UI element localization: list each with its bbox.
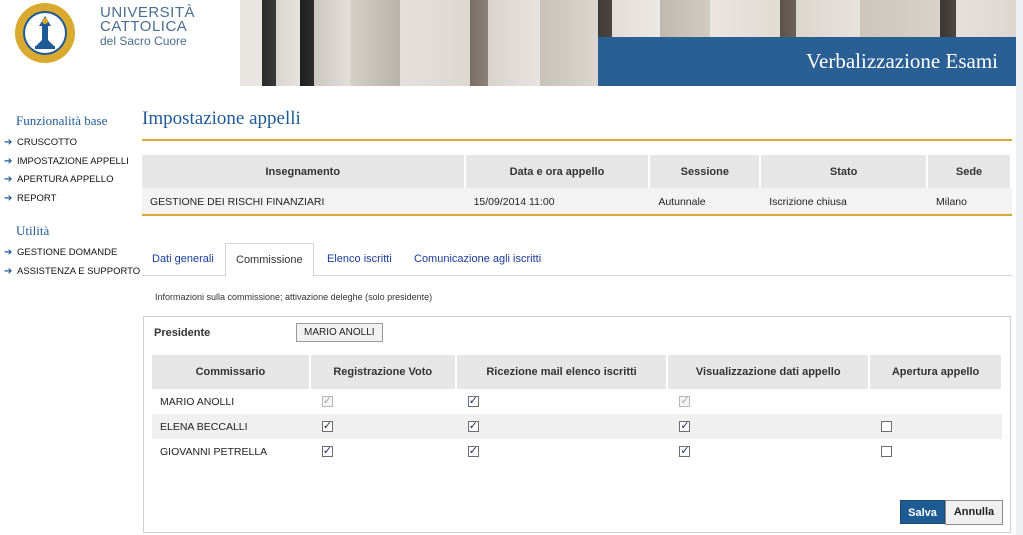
arrow-right-icon: ➔ <box>4 265 13 277</box>
vertical-scrollbar[interactable] <box>1016 0 1023 535</box>
column-header: Stato <box>760 155 929 188</box>
app-title-band: Verbalizzazione Esami <box>598 37 1016 86</box>
column-header: Visualizzazione dati appello <box>667 355 871 389</box>
cell-sessione: Autunnale <box>649 188 762 215</box>
table-row: GIOVANNI PETRELLA <box>152 439 1002 464</box>
checkbox-ricezione-mail[interactable] <box>467 419 479 433</box>
column-header: Commissario <box>152 355 311 389</box>
president-label: Presidente <box>154 327 211 339</box>
column-header: Apertura appello <box>869 355 1003 389</box>
sidebar-section-utilita: Utilità <box>16 223 50 238</box>
arrow-right-icon: ➔ <box>4 174 13 185</box>
app-title: Verbalizzazione Esami <box>806 49 998 73</box>
table-row: GESTIONE DEI RISCHI FINANZIARI 15/09/201… <box>142 188 1012 215</box>
table-header-row: Insegnamento Data e ora appello Sessione… <box>142 155 1012 188</box>
table-row: MARIO ANOLLI <box>152 389 1002 414</box>
table-divider <box>142 214 1012 216</box>
sidebar: Funzionalità base ➔ CRUSCOTTO ➔ IMPOSTAZ… <box>0 110 140 281</box>
page-title: Impostazione appelli <box>142 108 301 129</box>
sidebar-item-gestione-domande[interactable]: ➔ GESTIONE DOMANDE <box>0 244 140 263</box>
university-name-line3: del Sacro Cuore <box>100 34 187 48</box>
arrow-right-icon: ➔ <box>4 155 13 167</box>
tab-dati-generali[interactable]: Dati generali <box>142 243 224 276</box>
checkbox-registrazione-voto[interactable] <box>321 444 333 458</box>
sidebar-item-assistenza[interactable]: ➔ ASSISTENZA E SUPPORTO <box>0 263 140 282</box>
sidebar-item-label: IMPOSTAZIONE APPELLI <box>17 155 129 167</box>
sidebar-item-label: REPORT <box>17 192 57 204</box>
column-header: Insegnamento <box>142 155 466 188</box>
title-divider <box>142 139 1012 141</box>
commissario-name: MARIO ANOLLI <box>160 395 235 408</box>
sidebar-item-impostazione-appelli[interactable]: ➔ IMPOSTAZIONE APPELLI <box>0 153 140 172</box>
checkbox-registrazione-voto[interactable] <box>321 419 333 433</box>
checkbox-visualizzazione-dati[interactable] <box>679 419 691 433</box>
commission-panel: Presidente MARIO ANOLLI Commissario Regi… <box>143 316 1011 533</box>
checkbox-visualizzazione-dati <box>679 394 691 408</box>
arrow-right-icon: ➔ <box>4 137 13 148</box>
checkbox-apertura-appello[interactable] <box>881 446 893 458</box>
university-name-line2: CATTOLICA <box>100 18 188 35</box>
column-header: Data e ora appello <box>464 155 651 188</box>
university-seal-icon <box>15 3 75 63</box>
cell-sede: Milano <box>927 188 1012 215</box>
commissario-name: ELENA BECCALLI <box>152 414 310 439</box>
column-header: Registrazione Voto <box>309 355 457 389</box>
cell-insegnamento: GESTIONE DEI RISCHI FINANZIARI <box>142 188 466 215</box>
cell-data-ora: 15/09/2014 11:00 <box>464 188 651 215</box>
tab-elenco-iscritti[interactable]: Elenco iscritti <box>317 243 402 276</box>
cell-stato: Iscrizione chiusa <box>760 188 929 215</box>
sidebar-item-label: CRUSCOTTO <box>17 137 77 148</box>
commissario-name: GIOVANNI PETRELLA <box>160 445 268 458</box>
save-button[interactable]: Salva <box>900 500 945 524</box>
table-row: ELENA BECCALLI <box>152 414 1002 439</box>
exam-info-table: Insegnamento Data e ora appello Sessione… <box>142 155 1012 215</box>
column-header: Ricezione mail elenco iscritti <box>455 355 669 389</box>
commission-table: Commissario Registrazione Voto Ricezione… <box>152 355 1003 464</box>
commission-description: Informazioni sulla commissione; attivazi… <box>155 292 433 302</box>
sidebar-section-funzionalita: Funzionalità base <box>16 113 108 128</box>
sidebar-item-label: APERTURA APPELLO <box>17 174 114 185</box>
page-header: UNIVERSITÀ CATTOLICA del Sacro Cuore Ver… <box>0 0 1023 86</box>
table-header-row: Commissario Registrazione Voto Ricezione… <box>152 355 1003 389</box>
arrow-right-icon: ➔ <box>4 192 13 204</box>
sidebar-item-label: ASSISTENZA E SUPPORTO <box>17 265 141 277</box>
sidebar-item-apertura-appello[interactable]: ➔ APERTURA APPELLO <box>0 171 140 190</box>
university-logo[interactable]: UNIVERSITÀ CATTOLICA del Sacro Cuore <box>0 0 240 86</box>
arrow-right-icon: ➔ <box>4 247 13 258</box>
checkbox-ricezione-mail[interactable] <box>467 444 479 458</box>
column-header: Sede <box>927 155 1012 188</box>
cancel-button[interactable]: Annulla <box>945 500 1003 525</box>
checkbox-registrazione-voto <box>321 394 333 408</box>
sidebar-item-label: GESTIONE DOMANDE <box>17 247 118 258</box>
sidebar-item-cruscotto[interactable]: ➔ CRUSCOTTO <box>0 134 140 153</box>
sidebar-item-report[interactable]: ➔ REPORT <box>0 190 140 209</box>
checkbox-apertura-appello[interactable] <box>881 421 893 433</box>
tab-commissione[interactable]: Commissione <box>225 243 314 277</box>
president-value: MARIO ANOLLI <box>296 323 383 342</box>
checkbox-ricezione-mail[interactable] <box>467 394 479 408</box>
checkbox-visualizzazione-dati[interactable] <box>679 444 691 458</box>
tab-comunicazione[interactable]: Comunicazione agli iscritti <box>404 243 551 276</box>
column-header: Sessione <box>649 155 762 188</box>
tab-bar: Dati generali Commissione Elenco iscritt… <box>142 243 1012 277</box>
